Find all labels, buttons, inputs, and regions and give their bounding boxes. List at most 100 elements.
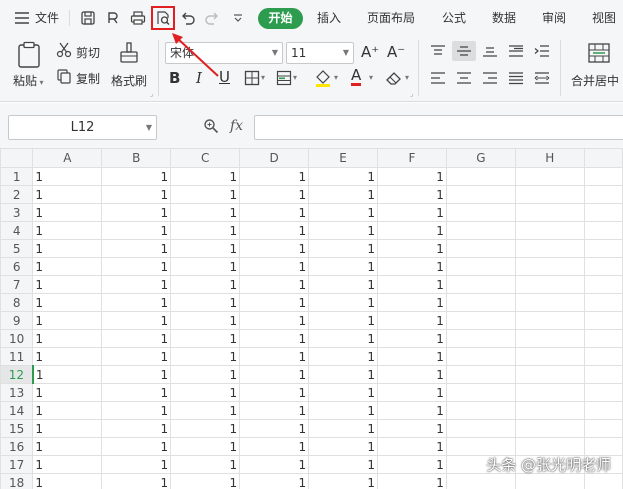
cell[interactable]: 1 [308, 419, 378, 438]
cell[interactable]: 1 [239, 239, 310, 258]
cell[interactable]: 1 [32, 347, 103, 366]
cell[interactable]: 1 [32, 239, 103, 258]
cell[interactable]: 1 [239, 329, 310, 348]
cell[interactable]: 1 [239, 473, 310, 489]
cell[interactable]: 1 [376, 185, 447, 204]
cell[interactable]: 1 [170, 365, 241, 384]
indent-icon[interactable] [532, 42, 552, 60]
print-icon[interactable] [128, 8, 148, 28]
cell[interactable] [583, 419, 623, 438]
cell[interactable] [514, 293, 585, 312]
cell[interactable]: 1 [308, 365, 378, 384]
cell[interactable] [445, 473, 516, 489]
cell[interactable]: 1 [376, 383, 447, 402]
cell[interactable]: 1 [101, 293, 172, 312]
cell[interactable]: 1 [376, 329, 447, 348]
cell[interactable] [514, 203, 585, 222]
cell[interactable]: 1 [101, 221, 172, 240]
font-color-button[interactable]: A [351, 67, 362, 86]
cell[interactable]: 1 [32, 455, 103, 474]
cell[interactable]: 1 [376, 365, 447, 384]
cell[interactable] [514, 473, 585, 489]
column-header-c[interactable]: C [170, 148, 241, 168]
cell[interactable] [514, 221, 585, 240]
cell[interactable] [445, 347, 516, 366]
shrink-font-button[interactable]: A⁻ [387, 43, 405, 61]
column-header-d[interactable]: D [239, 148, 310, 168]
row-header[interactable]: 1 [0, 167, 34, 186]
cell[interactable]: 1 [376, 275, 447, 294]
align-left-icon[interactable] [428, 69, 448, 87]
cell[interactable] [445, 293, 516, 312]
cell[interactable]: 1 [308, 185, 378, 204]
cell[interactable]: 1 [308, 383, 378, 402]
output-pdf-icon[interactable] [103, 8, 123, 28]
format-painter-icon[interactable] [116, 40, 142, 68]
cell[interactable]: 1 [101, 365, 172, 384]
cell[interactable]: 1 [101, 383, 172, 402]
underline-button[interactable]: U [219, 68, 230, 86]
cell[interactable]: 1 [376, 221, 447, 240]
cell[interactable]: 1 [239, 401, 310, 420]
cell[interactable]: 1 [32, 257, 103, 276]
row-header[interactable]: 7 [0, 275, 34, 294]
font-size-select[interactable]: 11 ▼ [286, 42, 354, 64]
italic-button[interactable]: I [196, 69, 202, 87]
paste-icon[interactable] [14, 40, 44, 70]
cell[interactable] [514, 167, 585, 186]
align-top-icon[interactable] [428, 42, 448, 60]
cell[interactable]: 1 [32, 311, 103, 330]
cell[interactable]: 1 [101, 185, 172, 204]
cell[interactable]: 1 [101, 437, 172, 456]
cell[interactable] [445, 203, 516, 222]
cell[interactable] [445, 365, 516, 384]
cell[interactable]: 1 [308, 221, 378, 240]
cell[interactable]: 1 [239, 419, 310, 438]
cell[interactable] [583, 257, 623, 276]
chevron-down-icon[interactable]: ▾ [334, 73, 338, 82]
cell[interactable] [445, 329, 516, 348]
cell[interactable]: 1 [101, 419, 172, 438]
cell[interactable]: 1 [308, 473, 378, 489]
cell[interactable]: 1 [32, 473, 103, 489]
zoom-search-icon[interactable] [202, 117, 220, 135]
row-header[interactable]: 15 [0, 419, 34, 438]
column-header-overflow[interactable] [583, 148, 623, 168]
align-center-icon[interactable] [454, 69, 474, 87]
grow-font-button[interactable]: A⁺ [361, 43, 379, 61]
cell[interactable]: 1 [101, 203, 172, 222]
row-header[interactable]: 13 [0, 383, 34, 402]
align-right-icon[interactable] [480, 69, 500, 87]
cell[interactable] [583, 329, 623, 348]
cell[interactable]: 1 [170, 419, 241, 438]
scissors-icon[interactable] [56, 42, 72, 58]
cell[interactable]: 1 [239, 167, 310, 186]
column-header-e[interactable]: E [308, 148, 378, 168]
cell[interactable]: 1 [308, 311, 378, 330]
cell[interactable]: 1 [376, 401, 447, 420]
cell[interactable]: 1 [308, 437, 378, 456]
cell[interactable]: 1 [239, 437, 310, 456]
row-header[interactable]: 3 [0, 203, 34, 222]
row-header[interactable]: 11 [0, 347, 34, 366]
cell[interactable]: 1 [101, 347, 172, 366]
row-header[interactable]: 12 [0, 365, 34, 384]
cell[interactable]: 1 [32, 221, 103, 240]
cell[interactable]: 1 [170, 311, 241, 330]
cell[interactable]: 1 [32, 365, 103, 384]
chevron-down-icon[interactable]: ▾ [293, 73, 297, 82]
cell[interactable] [514, 383, 585, 402]
cell[interactable]: 1 [308, 455, 378, 474]
fill-color-icon[interactable] [314, 68, 332, 88]
cut-button[interactable]: 剪切 [76, 44, 100, 61]
cell-style-icon[interactable] [276, 70, 292, 86]
cell[interactable] [583, 383, 623, 402]
cell[interactable]: 1 [32, 167, 103, 186]
cell[interactable]: 1 [170, 455, 241, 474]
formula-input[interactable] [254, 115, 623, 140]
align-bottom-icon[interactable] [480, 42, 500, 60]
cell[interactable]: 1 [170, 383, 241, 402]
cell[interactable]: 1 [101, 473, 172, 489]
justify-icon[interactable] [506, 69, 526, 87]
cell[interactable] [514, 347, 585, 366]
